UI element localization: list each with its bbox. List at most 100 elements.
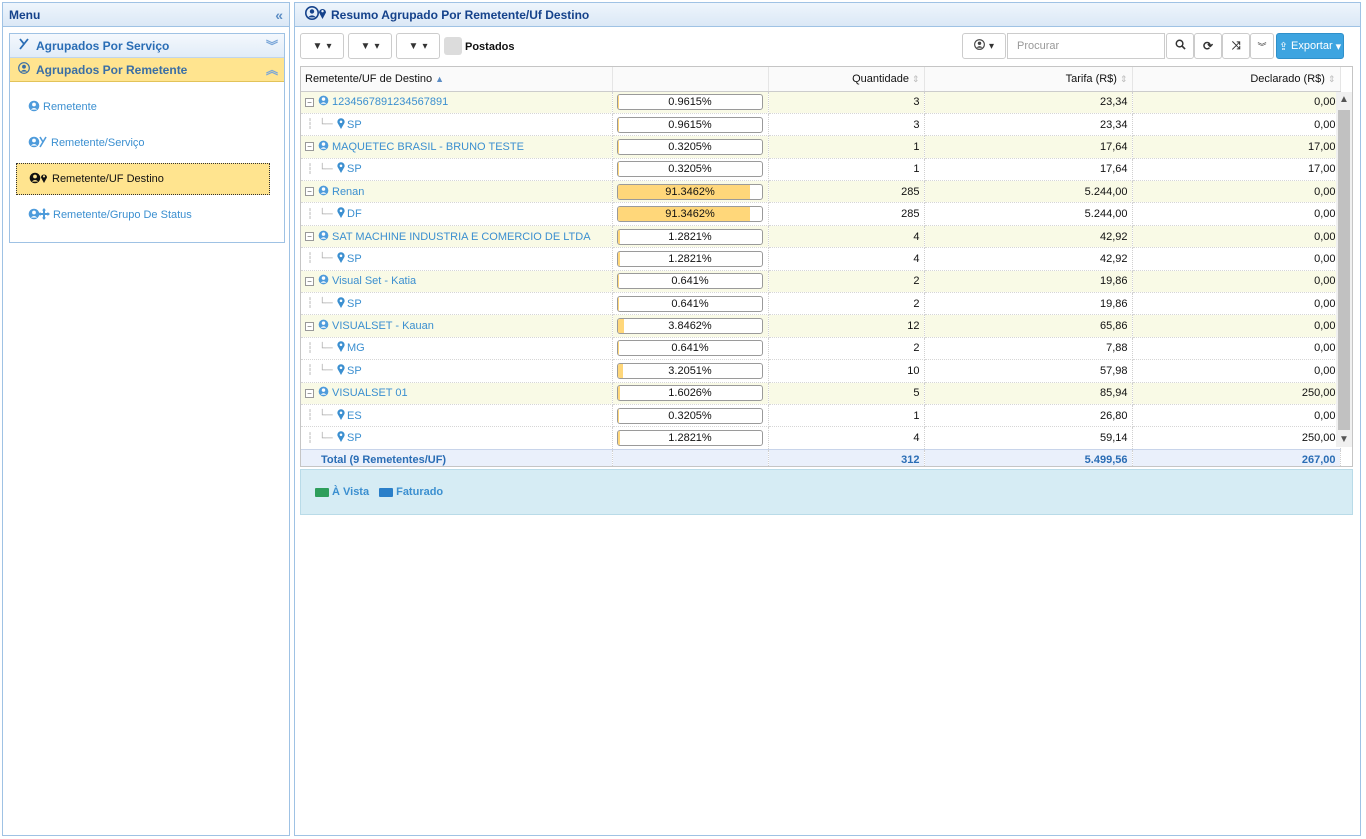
column-header-declarado[interactable]: Declarado (R$) ⇕: [1132, 67, 1341, 92]
uf-name[interactable]: SP: [347, 163, 362, 175]
remetente-name[interactable]: VISUALSET - Kauan: [332, 320, 434, 332]
remetente-name[interactable]: VISUALSET 01: [332, 387, 408, 399]
scroll-up-icon[interactable]: ▲: [1336, 94, 1352, 105]
column-header-quantidade[interactable]: Quantidade ⇕: [768, 67, 925, 92]
percent-text: 1.6026%: [668, 387, 712, 400]
user-icon: [318, 319, 329, 333]
menu-item-remetente-servico[interactable]: Remetente/Serviço: [28, 133, 145, 153]
collapse-toggle-icon[interactable]: −: [305, 232, 314, 242]
name-cell: − Renan: [301, 180, 613, 204]
uf-name[interactable]: SP: [347, 298, 362, 310]
group-row[interactable]: − VISUALSET - Kauan 3.8462% 12 65,86 0,00: [301, 314, 1341, 338]
group-row[interactable]: − SAT MACHINE INDUSTRIA E COMERCIO DE LTD…: [301, 225, 1341, 249]
collapse-toggle-icon[interactable]: −: [305, 142, 314, 152]
menu-item-remetente-uf-destino[interactable]: Remetente/UF Destino: [16, 163, 270, 195]
group-row[interactable]: − MAQUETEC BRASIL - BRUNO TESTE 0.3205% 1 17…: [301, 135, 1341, 159]
caret-down-icon: ▾: [422, 40, 428, 52]
uf-row[interactable]: ┆ └─ MG 0.641% 2 7,88 0,00: [301, 337, 1341, 361]
summary-table: Remetente/UF de Destino ▲ Quantidade ⇕ Tar…: [301, 67, 1341, 466]
name-cell: ┆ └─ SP: [301, 359, 613, 383]
uf-name[interactable]: ES: [347, 410, 362, 422]
remetente-name[interactable]: MAQUETEC BRASIL - BRUNO TESTE: [332, 141, 524, 153]
map-pin-icon: [337, 341, 345, 355]
vertical-scrollbar[interactable]: ▲ ▼: [1336, 92, 1352, 447]
name-cell: ┆ └─ SP: [301, 426, 613, 450]
user-filter-dropdown[interactable]: ▾: [962, 33, 1006, 59]
filter-dropdown-2[interactable]: ▼ ▾: [348, 33, 392, 59]
percent-cell: 1.2821%: [612, 225, 769, 249]
uf-row[interactable]: ┆ └─ SP 0.9615% 3 23,34 0,00: [301, 113, 1341, 137]
collapse-toggle-icon[interactable]: −: [305, 276, 314, 286]
search-input[interactable]: Procurar: [1007, 33, 1165, 59]
collapse-toggle-icon[interactable]: −: [305, 388, 314, 398]
percent-bar: 1.2821%: [617, 430, 763, 447]
percent-bar: 0.641%: [617, 273, 763, 290]
percent-cell: 0.641%: [612, 337, 769, 361]
remetente-name[interactable]: Visual Set - Katia: [332, 275, 416, 287]
group-row[interactable]: − Visual Set - Katia 0.641% 2 19,86 0,00: [301, 270, 1341, 294]
column-header-label: Quantidade: [852, 72, 909, 85]
menu-item-remetente[interactable]: Remetente: [28, 97, 97, 117]
percent-bar: 0.3205%: [617, 161, 763, 178]
uf-row[interactable]: ┆ └─ SP 0.3205% 1 17,64 17,00: [301, 158, 1341, 182]
uf-name[interactable]: SP: [347, 365, 362, 377]
column-header-tarifa[interactable]: Tarifa (R$) ⇕: [924, 67, 1133, 92]
tarifa-cell: 26,80: [924, 404, 1133, 428]
postados-checkbox[interactable]: [444, 37, 462, 55]
remetente-name[interactable]: 1234567891234567891: [332, 96, 448, 108]
uf-row[interactable]: ┆ └─ SP 1.2821% 4 42,92 0,00: [301, 247, 1341, 271]
percent-text: 1.2821%: [668, 230, 712, 243]
uf-row[interactable]: ┆ └─ ES 0.3205% 1 26,80 0,00: [301, 404, 1341, 428]
legend-a-vista: À Vista: [315, 486, 369, 498]
random-button[interactable]: ⤨: [1222, 33, 1250, 59]
quantidade-cell: 2: [768, 292, 925, 316]
remetente-name[interactable]: Renan: [332, 186, 364, 198]
user-pin-icon: [29, 172, 49, 187]
export-label: Exportar: [1291, 40, 1333, 52]
menu-item-label: Remetente/UF Destino: [52, 173, 164, 185]
remetente-name[interactable]: SAT MACHINE INDUSTRIA E COMERCIO DE LTDA: [332, 231, 591, 243]
column-header-remetente[interactable]: Remetente/UF de Destino ▲: [301, 67, 613, 92]
filter-dropdown-1[interactable]: ▼ ▾: [300, 33, 344, 59]
export-button[interactable]: ⇪ Exportar ▾: [1276, 33, 1344, 59]
collapse-toggle-icon[interactable]: −: [305, 321, 314, 331]
postados-label: Postados: [465, 41, 515, 53]
group-row[interactable]: − 1234567891234567891 0.9615% 3 23,34 0,00: [301, 91, 1341, 114]
map-pin-icon: [337, 408, 345, 423]
uf-row[interactable]: ┆ └─ DF 91.3462% 285 5.244,00 0,00: [301, 202, 1341, 226]
uf-name[interactable]: SP: [347, 432, 362, 444]
declarado-cell: 0,00: [1132, 180, 1341, 204]
percent-text: 0.9615%: [668, 118, 712, 131]
menu-item-remetente-grupo-de-status[interactable]: Remetente/Grupo De Status: [28, 205, 192, 225]
uf-name[interactable]: DF: [347, 208, 362, 220]
tarifa-cell: 17,64: [924, 135, 1133, 159]
section-agrupados-por-remetente[interactable]: Agrupados Por Remetente ︽: [10, 58, 284, 82]
filter-dropdown-3[interactable]: ▼ ▾: [396, 33, 440, 59]
collapse-toggle-icon[interactable]: −: [305, 187, 314, 197]
scroll-down-icon[interactable]: ▼: [1336, 434, 1352, 445]
quantidade-cell: 5: [768, 382, 925, 405]
main-panel: Resumo Agrupado Por Remetente/Uf Destino…: [294, 2, 1361, 836]
scrollbar-thumb[interactable]: [1338, 110, 1350, 430]
collapse-menu-icon[interactable]: «: [275, 7, 283, 23]
percent-cell: 91.3462%: [612, 180, 769, 204]
section-agrupados-por-servico[interactable]: Agrupados Por Serviço ︾: [10, 34, 284, 58]
tarifa-cell: 65,86: [924, 314, 1133, 338]
uf-row[interactable]: ┆ └─ SP 1.2821% 4 59,14 250,00: [301, 426, 1341, 450]
group-row[interactable]: − Renan 91.3462% 285 5.244,00 0,00: [301, 180, 1341, 204]
uf-name[interactable]: SP: [347, 253, 362, 265]
percent-bar: 3.2051%: [617, 362, 763, 379]
search-button[interactable]: [1166, 33, 1194, 59]
group-row[interactable]: − VISUALSET 01 1.6026% 5 85,94 250,00: [301, 382, 1341, 405]
collapse-toggle-icon[interactable]: −: [305, 97, 314, 107]
tree-connector: ┆ └─: [307, 298, 333, 310]
uf-row[interactable]: ┆ └─ SP 0.641% 2 19,86 0,00: [301, 292, 1341, 316]
total-percent-cell: [612, 448, 769, 466]
expand-all-button[interactable]: ︾: [1250, 33, 1274, 59]
refresh-button[interactable]: ⟳: [1194, 33, 1222, 59]
tree-connector: ┆ └─: [307, 119, 333, 131]
uf-name[interactable]: MG: [347, 342, 365, 354]
uf-row[interactable]: ┆ └─ SP 3.2051% 10 57,98 0,00: [301, 359, 1341, 383]
uf-name[interactable]: SP: [347, 119, 362, 131]
user-icon: [318, 95, 329, 109]
